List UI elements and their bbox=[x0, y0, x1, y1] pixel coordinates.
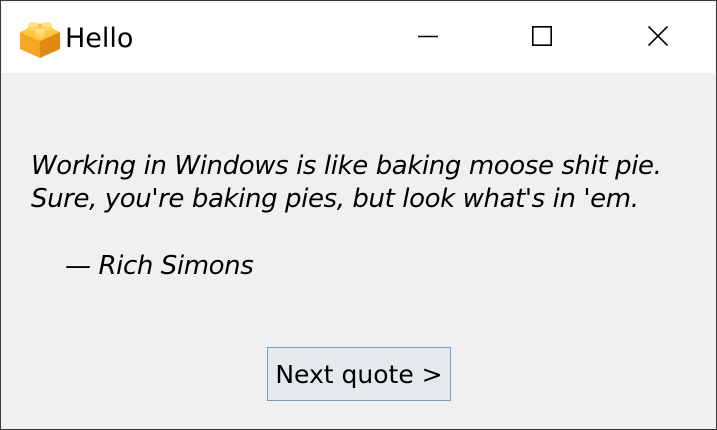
content-area: Working in Windows is like baking moose … bbox=[2, 73, 715, 428]
maximize-icon bbox=[532, 25, 552, 50]
next-quote-button[interactable]: Next quote > bbox=[267, 347, 451, 401]
close-button[interactable] bbox=[600, 2, 716, 73]
minimize-icon bbox=[418, 26, 438, 50]
maximize-button[interactable] bbox=[484, 2, 600, 73]
lego-brick-icon bbox=[18, 17, 62, 59]
app-window: Hello Working in Windows is like baking … bbox=[0, 0, 717, 430]
minimize-button[interactable] bbox=[370, 2, 486, 73]
quote-author: — Rich Simons bbox=[65, 251, 254, 281]
close-icon bbox=[647, 25, 669, 50]
title-bar[interactable]: Hello bbox=[2, 2, 715, 73]
quote-text: Working in Windows is like baking moose … bbox=[31, 151, 662, 214]
window-title: Hello bbox=[65, 23, 134, 54]
